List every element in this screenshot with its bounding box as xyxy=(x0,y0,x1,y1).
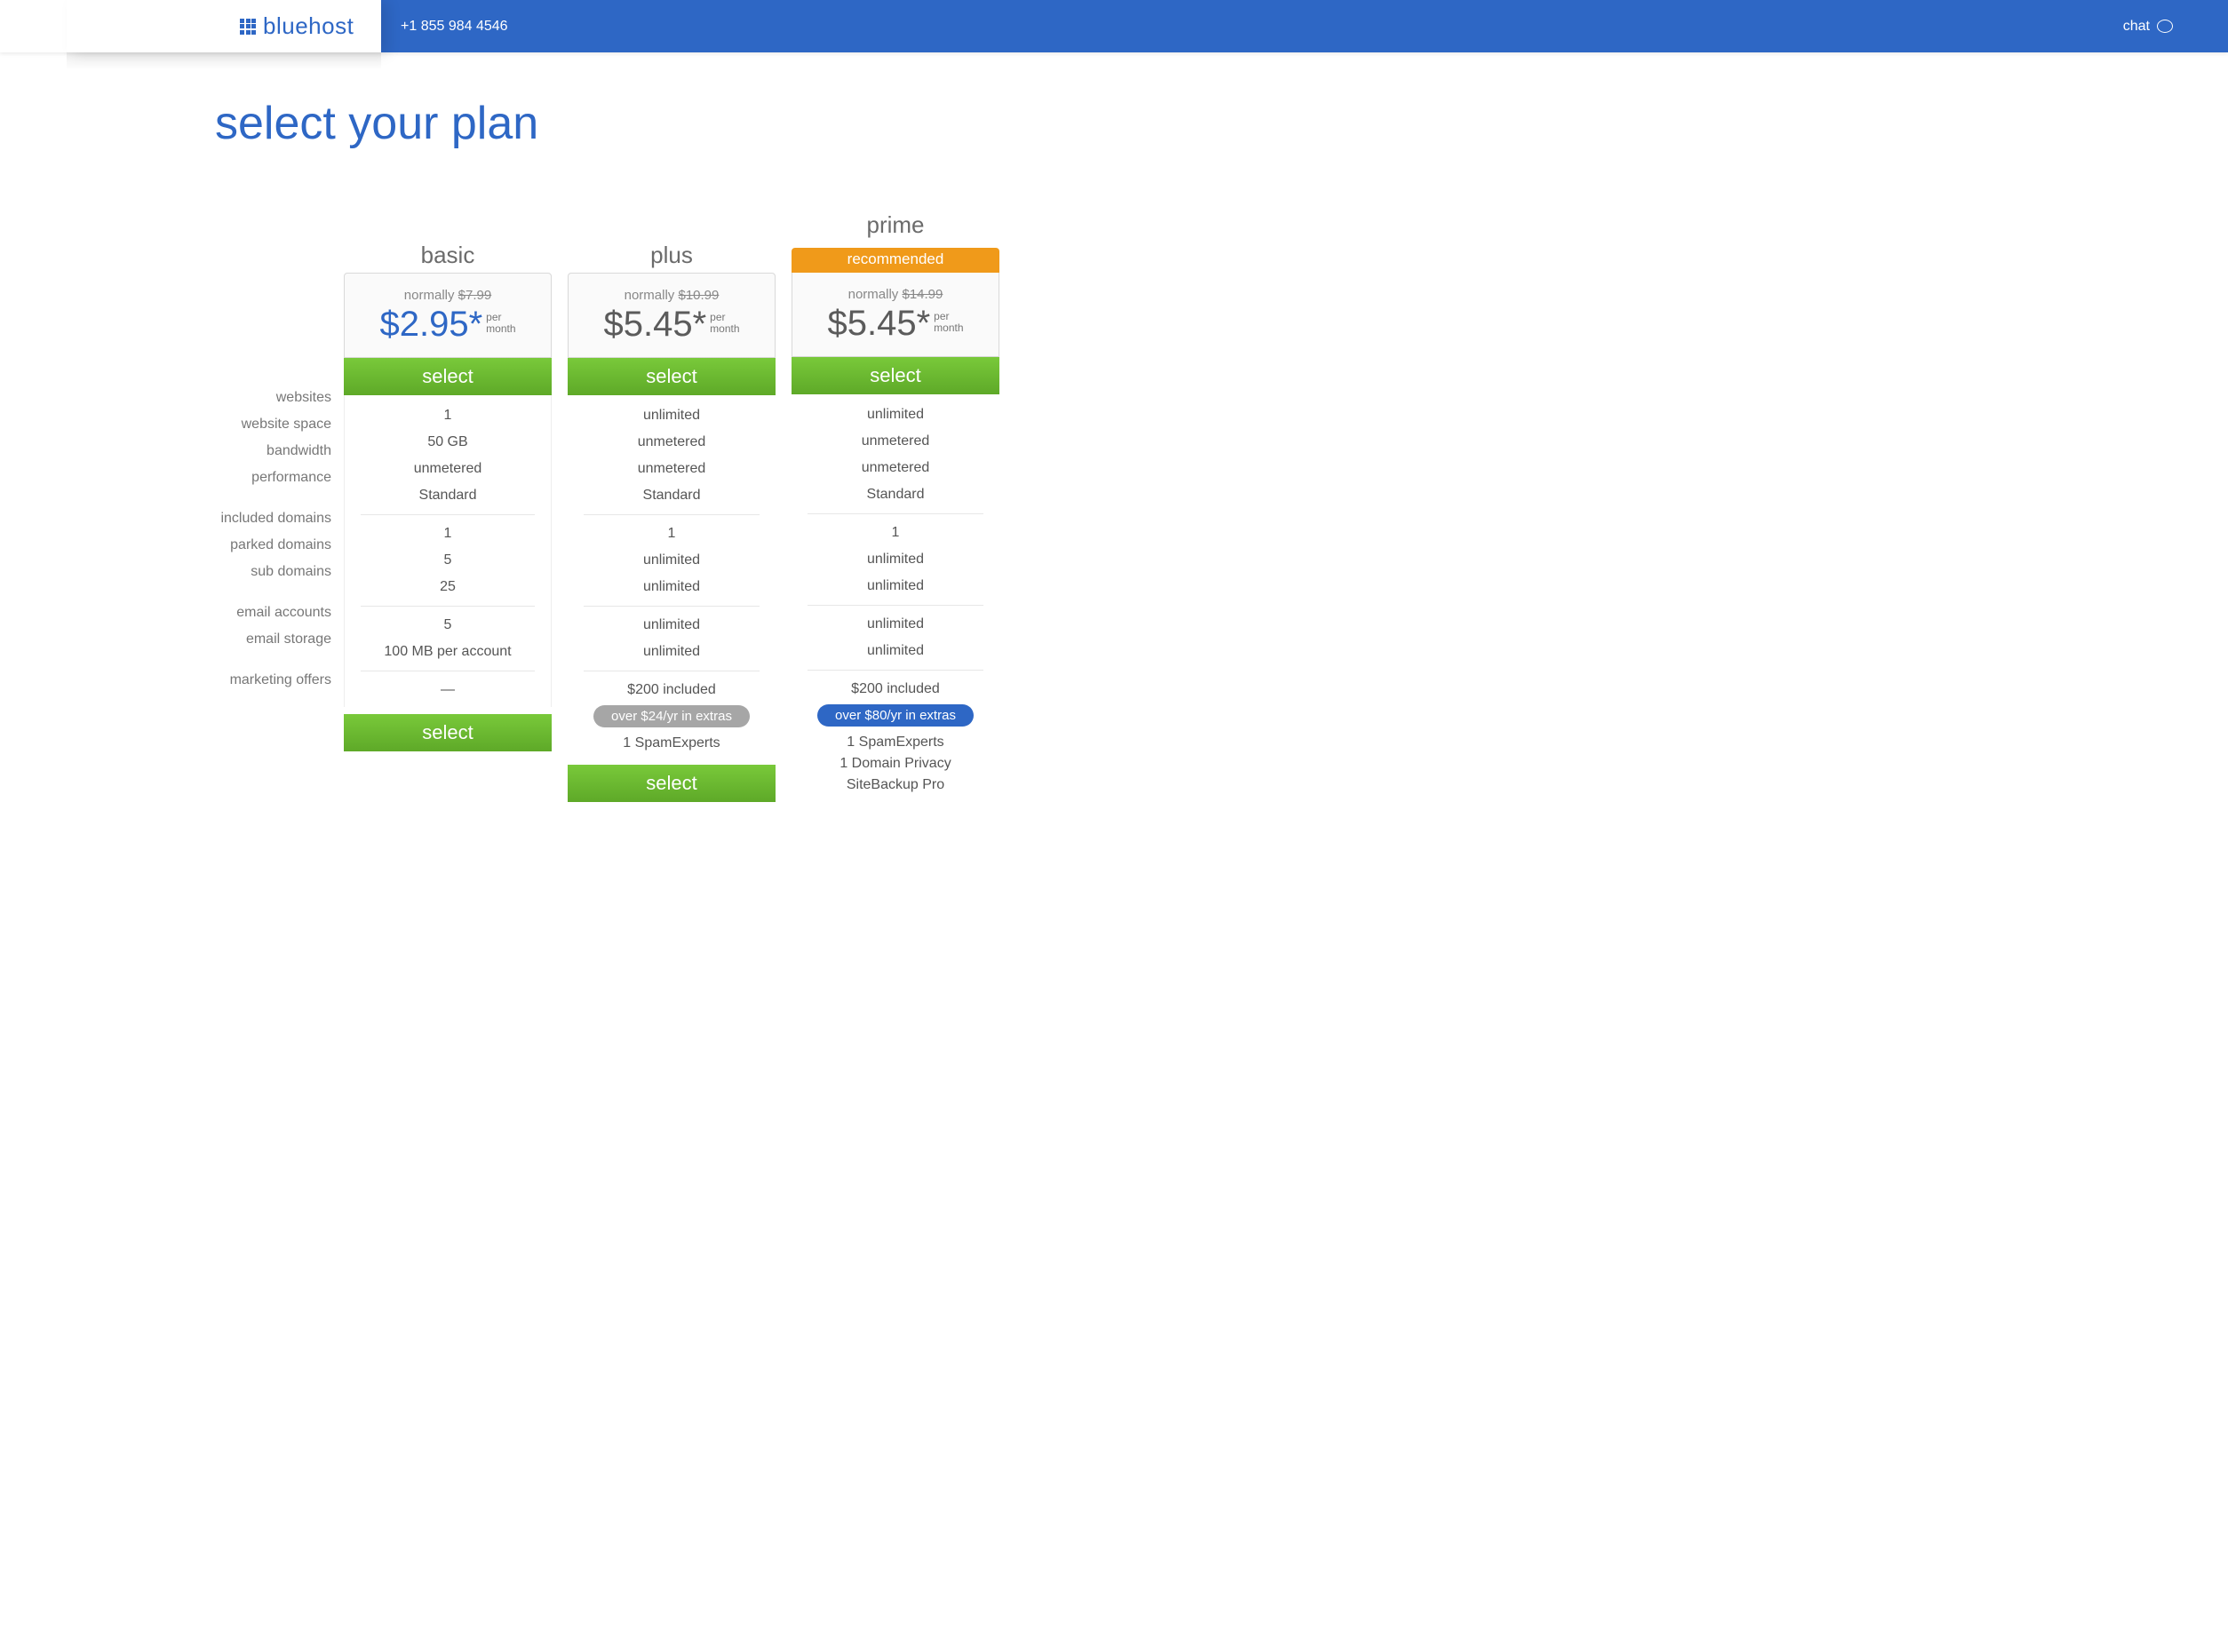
feature-label: sub domains xyxy=(215,559,331,585)
extra-item: 1 SpamExperts xyxy=(808,732,983,753)
feature-label: websites xyxy=(215,385,331,411)
extras-badge: over $80/yr in extras xyxy=(817,704,974,727)
feature-label: email storage xyxy=(215,626,331,653)
feature-label: website space xyxy=(215,411,331,438)
extras-badge: over $24/yr in extras xyxy=(593,705,750,727)
feature-value: unlimited xyxy=(584,402,760,429)
feature-value: — xyxy=(361,677,535,703)
plan-prime: prime recommended normally $14.99 $5.45*… xyxy=(792,212,999,799)
per-month: permonth xyxy=(486,312,515,335)
feature-value: 5 xyxy=(361,547,535,574)
page-title: select your plan xyxy=(215,97,1192,150)
extra-item: 1 Domain Privacy xyxy=(808,753,983,774)
brand-name: bluehost xyxy=(263,12,354,40)
feature-value: 1 xyxy=(361,520,535,547)
feature-value: Standard xyxy=(361,482,535,509)
feature-value: unlimited xyxy=(808,401,983,428)
feature-value: unmetered xyxy=(808,455,983,481)
plan-features: unlimited unmetered unmetered Standard 1… xyxy=(792,394,999,799)
price-card: normally $7.99 $2.95* permonth xyxy=(344,273,552,358)
normal-price: normally $14.99 xyxy=(800,287,991,302)
per-month: permonth xyxy=(934,311,963,334)
plan-name: basic xyxy=(344,242,552,273)
recommended-badge: recommended xyxy=(792,248,999,273)
feature-value: 100 MB per account xyxy=(361,639,535,665)
feature-value: 1 xyxy=(361,402,535,429)
feature-value: unlimited xyxy=(584,574,760,600)
per-month: permonth xyxy=(710,312,739,335)
spacer xyxy=(0,0,67,52)
feature-value: unlimited xyxy=(808,611,983,638)
feature-value: unlimited xyxy=(808,638,983,664)
feature-labels-column: websites website space bandwidth perform… xyxy=(215,212,344,694)
plan-basic: basic normally $7.99 $2.95* permonth sel… xyxy=(344,212,552,751)
feature-value: unmetered xyxy=(584,456,760,482)
feature-value: unmetered xyxy=(584,429,760,456)
feature-label: marketing offers xyxy=(215,667,331,694)
logo-shadow xyxy=(67,52,381,70)
feature-value: unlimited xyxy=(584,639,760,665)
select-button[interactable]: select xyxy=(568,358,776,395)
chat-link[interactable]: chat xyxy=(2123,0,2228,52)
feature-label: performance xyxy=(215,465,331,491)
logo-squares-icon xyxy=(240,19,256,35)
extra-item: SiteBackup Pro xyxy=(808,774,983,796)
feature-label: email accounts xyxy=(215,600,331,626)
feature-value: Standard xyxy=(808,481,983,508)
chat-label: chat xyxy=(2123,19,2150,35)
normal-price: normally $10.99 xyxy=(576,288,768,303)
feature-value: unlimited xyxy=(808,573,983,600)
extra-item: 1 SpamExperts xyxy=(584,733,760,754)
feature-value: unmetered xyxy=(361,456,535,482)
feature-value: 5 xyxy=(361,612,535,639)
top-bar: bluehost +1 855 984 4546 chat xyxy=(0,0,2228,52)
feature-value: unlimited xyxy=(584,612,760,639)
price: $2.95* xyxy=(379,305,482,345)
feature-value: $200 included xyxy=(808,676,983,703)
feature-value: unmetered xyxy=(808,428,983,455)
plan-features: 1 50 GB unmetered Standard 1 5 25 5 100 … xyxy=(344,395,552,707)
select-button[interactable]: select xyxy=(792,357,999,394)
select-button-bottom[interactable]: select xyxy=(344,714,552,751)
feature-value: 1 xyxy=(584,520,760,547)
feature-value: unlimited xyxy=(808,546,983,573)
price: $5.45* xyxy=(603,305,706,345)
feature-label: included domains xyxy=(215,505,331,532)
feature-value: 50 GB xyxy=(361,429,535,456)
plan-name: prime xyxy=(792,212,999,242)
phone-number[interactable]: +1 855 984 4546 xyxy=(381,0,2123,52)
price-card: normally $10.99 $5.45* permonth xyxy=(568,273,776,358)
plan-plus: plus normally $10.99 $5.45* permonth sel… xyxy=(568,212,776,802)
price-card: normally $14.99 $5.45* permonth xyxy=(792,273,999,357)
feature-label: parked domains xyxy=(215,532,331,559)
plan-name: plus xyxy=(568,242,776,273)
select-button-bottom[interactable]: select xyxy=(568,765,776,802)
plan-features: unlimited unmetered unmetered Standard 1… xyxy=(568,395,776,758)
feature-value: 1 xyxy=(808,520,983,546)
select-button[interactable]: select xyxy=(344,358,552,395)
normal-price: normally $7.99 xyxy=(352,288,544,303)
feature-label: bandwidth xyxy=(215,438,331,465)
feature-value: Standard xyxy=(584,482,760,509)
price: $5.45* xyxy=(827,304,930,344)
feature-value: 25 xyxy=(361,574,535,600)
chat-icon xyxy=(2157,20,2173,33)
feature-value: unlimited xyxy=(584,547,760,574)
feature-value: $200 included xyxy=(584,677,760,703)
brand-logo[interactable]: bluehost xyxy=(67,0,381,52)
plans-table: websites website space bandwidth perform… xyxy=(215,212,1192,802)
